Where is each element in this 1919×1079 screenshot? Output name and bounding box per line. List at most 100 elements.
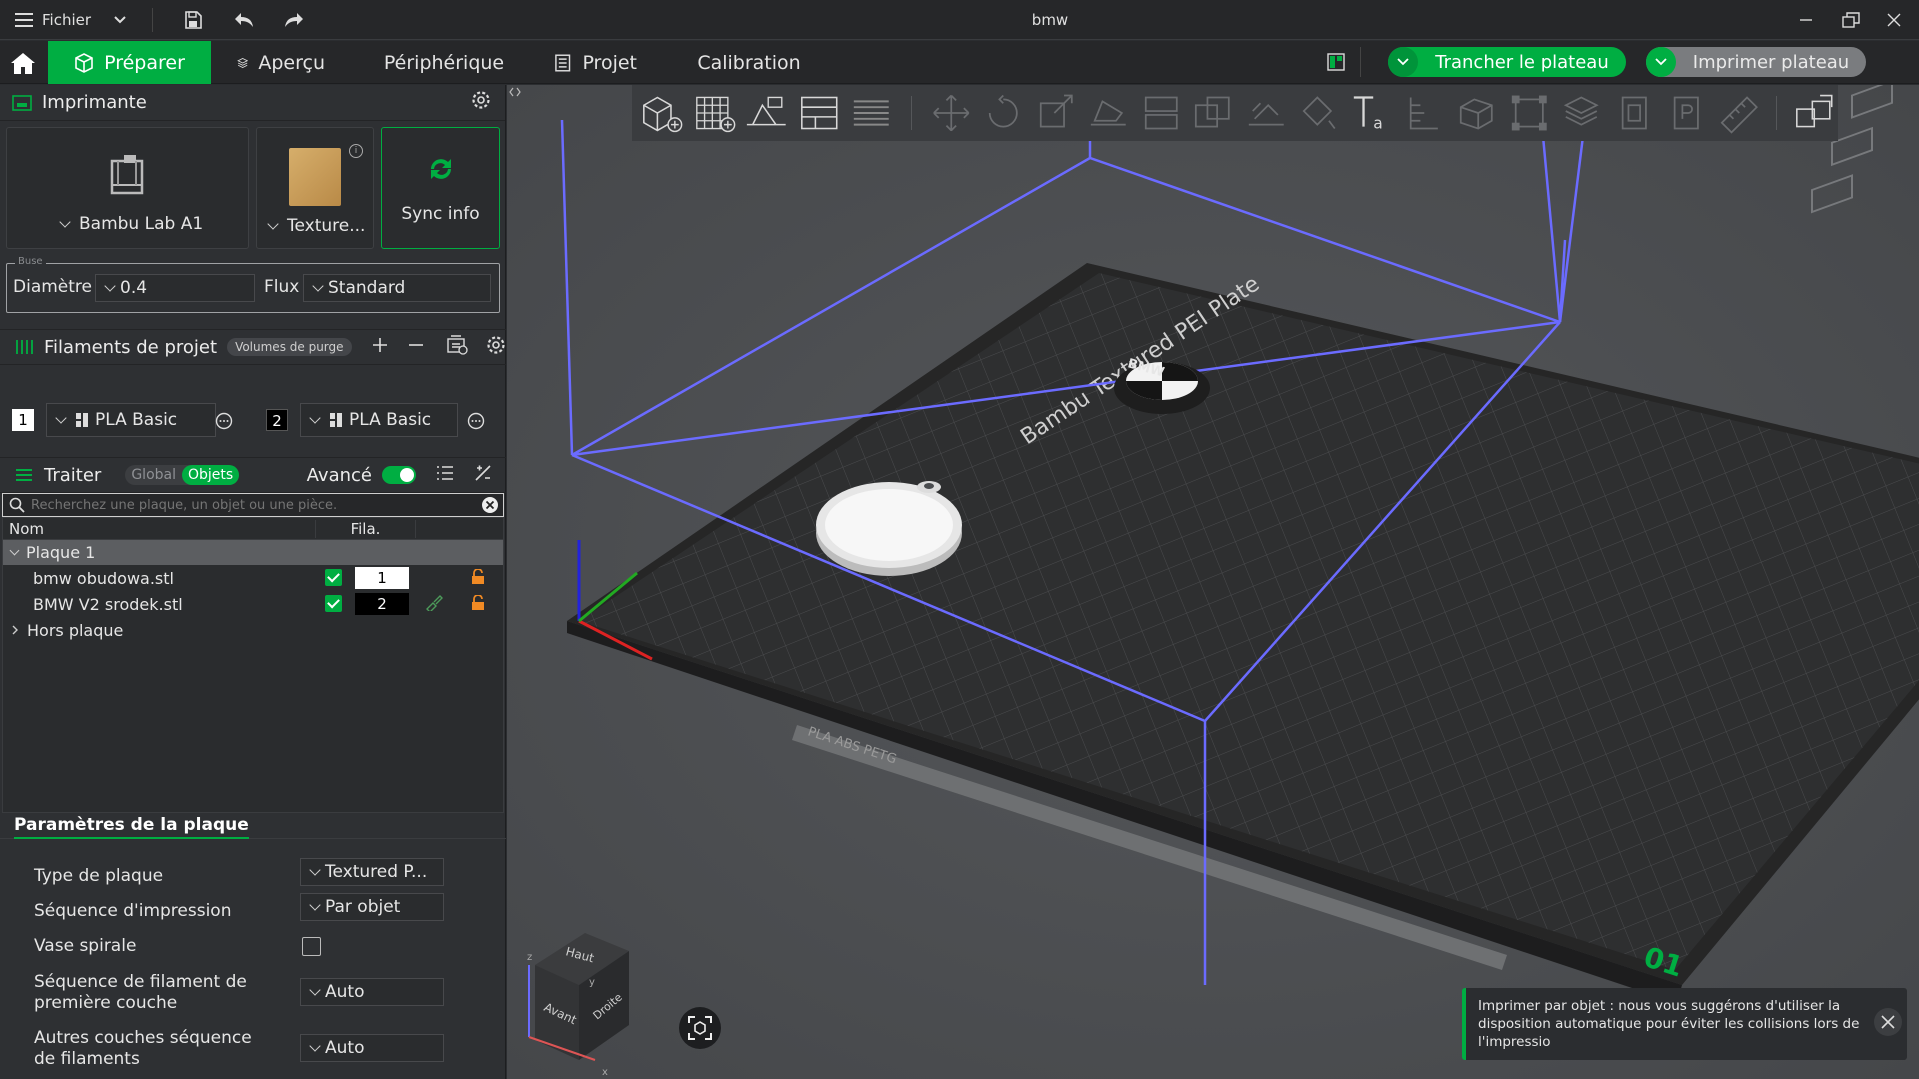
split-layers-icon[interactable] [848,91,895,135]
lock-icon[interactable] [471,568,485,589]
boolean-icon[interactable] [1190,91,1237,135]
tab-preview[interactable]: Aperçu [211,41,351,84]
save-icon[interactable] [182,9,204,31]
add-plate-icon[interactable] [691,91,738,135]
object-search-bar[interactable] [2,493,504,517]
bounding-box-icon[interactable] [1506,91,1553,135]
global-objects-toggle[interactable]: Global Objets [125,465,240,485]
add-object-icon[interactable] [638,91,685,135]
slice-plate-button[interactable]: Trancher le plateau [1388,47,1626,77]
other-layers-sequence-value: Auto [325,1038,365,1058]
list-view-icon[interactable] [436,465,454,486]
tab-calibration[interactable]: Calibration [663,41,825,84]
print-plate-button[interactable]: Imprimer plateau [1646,47,1866,77]
tab-prepare[interactable]: Préparer [48,41,211,84]
rotate-icon[interactable] [980,91,1027,135]
print-sequence-select[interactable]: Par objet [300,893,444,921]
filament-sync-icon[interactable] [446,334,468,360]
object-visible-checkbox[interactable] [325,569,342,586]
ruler-icon[interactable] [1716,91,1763,135]
filament-1-options-icon[interactable] [214,411,234,431]
first-layer-sequence-select[interactable]: Auto [300,978,444,1006]
column-filament-header[interactable]: Fila. [316,519,416,538]
scene-canvas: Bambu Textured PEI Plate PLA ABS PETG 01… [507,85,1919,1079]
object-search-input[interactable] [31,497,481,513]
home-icon[interactable] [10,50,36,76]
explode-view-icon[interactable] [1791,91,1838,135]
redo-icon[interactable] [282,9,306,31]
printer-settings-gear-icon[interactable] [471,90,491,115]
tab-project[interactable]: Projet [527,41,663,84]
plate-info-icon[interactable] [1663,91,1710,135]
text-tool-icon[interactable]: a [1348,91,1395,135]
close-icon[interactable] [1884,10,1904,30]
object-filament-index[interactable]: 1 [355,567,409,589]
hamburger-menu-icon[interactable] [14,10,34,30]
chevron-down-icon[interactable] [1388,47,1418,77]
flux-label: Flux [264,277,300,297]
object-row[interactable]: bmw obudowa.stl 1 [3,565,503,591]
lock-icon[interactable] [471,594,485,615]
printer-selector-card[interactable]: Bambu Lab A1 [6,127,249,249]
filament-1-select[interactable]: PLA Basic [46,403,216,437]
filament-2-select[interactable]: PLA Basic [300,403,458,437]
scale-icon[interactable] [1033,91,1080,135]
variable-layer-icon[interactable] [1611,91,1658,135]
advanced-toggle[interactable] [382,466,416,484]
info-icon[interactable]: i [349,144,363,158]
purge-volumes-button[interactable]: Volumes de purge [227,338,352,356]
3d-viewport[interactable]: Bambu Textured PEI Plate PLA ABS PETG 01… [507,85,1919,1079]
global-option[interactable]: Global [125,465,182,485]
paint-brush-icon[interactable] [425,595,443,615]
arrange-icon[interactable] [796,91,843,135]
tab-device[interactable]: Périphérique [351,41,527,84]
collapse-sidebar-icon[interactable] [509,87,523,101]
add-filament-icon[interactable] [372,337,388,358]
object-filament-index[interactable]: 2 [355,593,409,615]
plate-settings-tab[interactable]: Paramètres de la plaque [14,815,249,839]
filament-2-options-icon[interactable] [466,411,486,431]
filament-settings-gear-icon[interactable] [486,335,506,360]
compare-icon[interactable] [474,464,492,487]
chevron-down-icon [309,864,321,876]
chevron-down-icon[interactable] [112,12,128,28]
file-menu-label[interactable]: Fichier [42,11,91,29]
flux-select[interactable]: Standard [303,274,491,302]
diameter-select[interactable]: 0.4 [95,274,255,302]
off-plate-row[interactable]: Hors plaque [3,617,503,643]
chevron-down-icon [59,216,71,228]
plate-row[interactable]: Plaque 1 [3,540,503,565]
minimize-icon[interactable] [1796,10,1816,30]
support-paint-icon[interactable] [1243,91,1290,135]
camera-reset-button[interactable] [679,1007,721,1049]
clear-search-icon[interactable] [481,496,499,514]
measure-icon[interactable] [1401,91,1448,135]
divider [1360,47,1361,77]
other-layers-sequence-select[interactable]: Auto [300,1034,444,1062]
svg-text:a: a [1373,115,1383,133]
remove-filament-icon[interactable] [408,337,424,358]
plate-type-card[interactable]: i Texture... [256,127,374,249]
sync-info-button[interactable]: Sync info [381,127,500,249]
objects-option[interactable]: Objets [182,465,240,485]
chevron-down-icon[interactable] [1646,47,1676,77]
cut-icon[interactable] [1138,91,1185,135]
layout-toggle-icon[interactable] [1326,52,1346,72]
keychain-object[interactable] [816,481,962,576]
spiral-vase-checkbox[interactable] [302,937,321,956]
seam-paint-icon[interactable] [1296,91,1343,135]
chevron-down-icon[interactable] [9,545,20,556]
assembly-icon[interactable] [1453,91,1500,135]
restore-icon[interactable] [1840,10,1862,30]
object-visible-checkbox[interactable] [325,595,342,612]
lay-on-face-icon[interactable] [1085,91,1132,135]
plate-type-setting-select[interactable]: Textured P... [300,858,444,886]
auto-orient-icon[interactable] [743,91,790,135]
column-name-header[interactable]: Nom [3,519,316,538]
move-icon[interactable] [928,91,975,135]
layer-height-icon[interactable] [1558,91,1605,135]
chevron-right-icon[interactable] [11,625,19,635]
object-row[interactable]: BMW V2 srodek.stl 2 [3,591,503,617]
undo-icon[interactable] [232,9,256,31]
notification-close-button[interactable] [1874,1008,1902,1036]
